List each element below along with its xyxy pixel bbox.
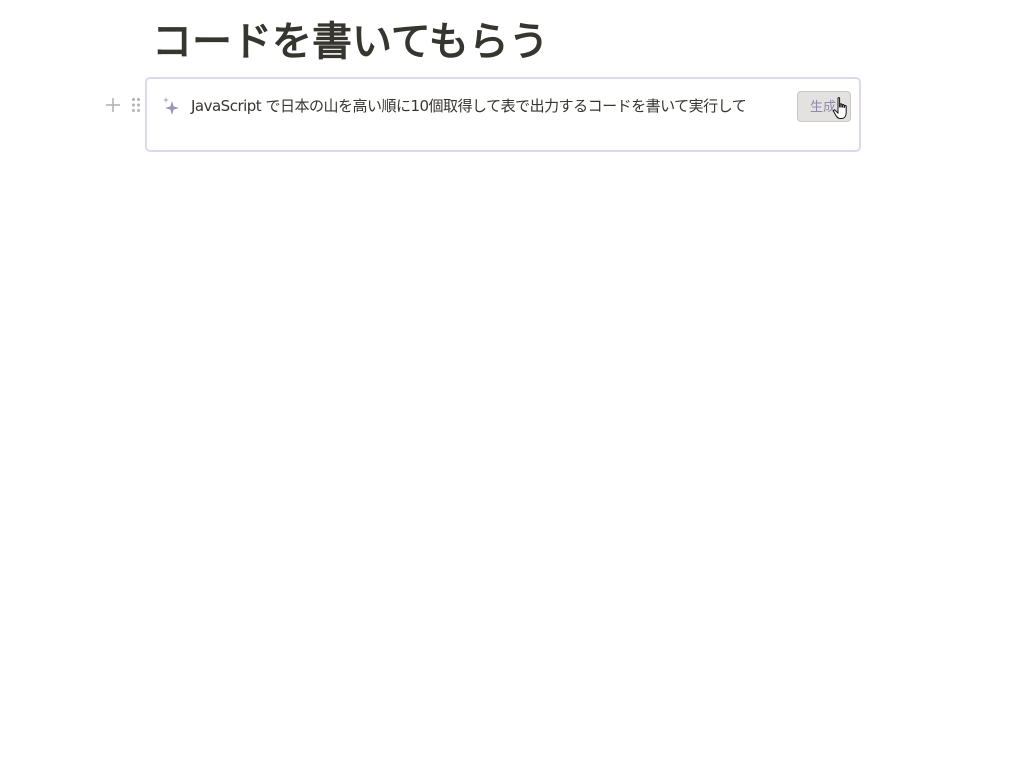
plus-icon	[105, 98, 120, 112]
drag-handle-icon	[131, 98, 140, 112]
generate-button[interactable]: 生成	[797, 91, 851, 122]
prompt-input[interactable]: JavaScript で日本の山を高い順に10個取得して表で出力するコードを書い…	[191, 94, 787, 118]
drag-handle-button[interactable]	[127, 94, 144, 116]
page: コードを書いてもらう JavaScript で日本の山を高い順に10個取得して表…	[0, 0, 1014, 775]
sparkle-icon	[163, 97, 179, 115]
add-block-button[interactable]	[104, 94, 121, 116]
block-handles	[104, 94, 144, 116]
page-title[interactable]: コードを書いてもらう	[152, 14, 549, 70]
ai-prompt-block[interactable]: JavaScript で日本の山を高い順に10個取得して表で出力するコードを書い…	[145, 77, 861, 152]
